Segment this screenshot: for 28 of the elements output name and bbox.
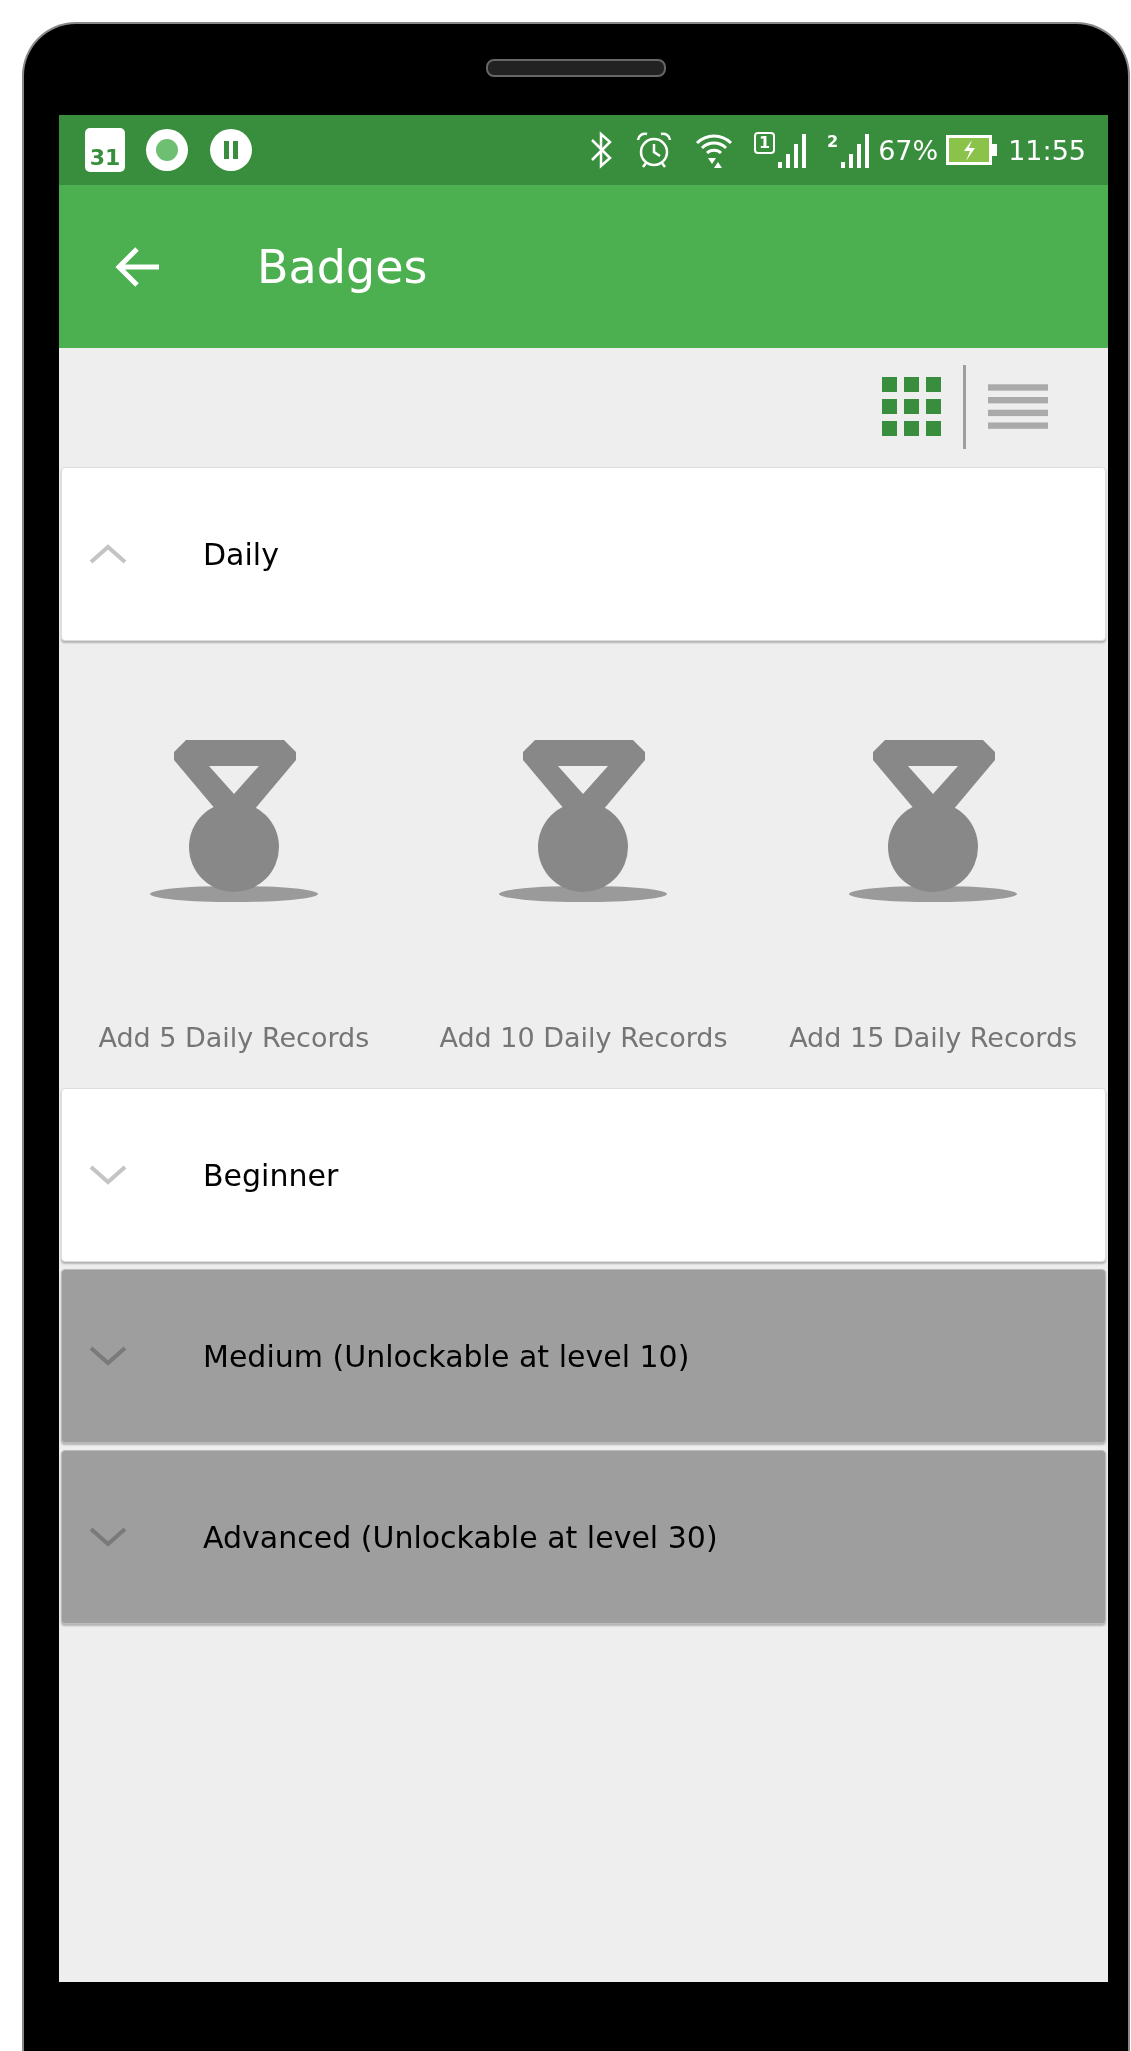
chevron-up-icon bbox=[88, 542, 128, 566]
section-title: Medium (Unlockable at level 10) bbox=[203, 1338, 690, 1374]
section-title: Advanced (Unlockable at level 30) bbox=[203, 1519, 718, 1555]
signal-icon bbox=[840, 132, 871, 168]
page-title: Badges bbox=[257, 239, 428, 294]
section-title: Daily bbox=[203, 536, 279, 572]
calendar-icon: 31 bbox=[85, 128, 125, 172]
section-header[interactable]: Daily bbox=[61, 467, 1106, 641]
pause-icon bbox=[209, 128, 253, 172]
sim-label: 2 bbox=[827, 132, 839, 151]
badge-label: Add 15 Daily Records bbox=[789, 1022, 1078, 1053]
clock-time: 11:55 bbox=[1008, 134, 1086, 166]
grid-view-icon bbox=[881, 377, 941, 436]
chevron-down-icon bbox=[88, 1163, 128, 1187]
signal-icon bbox=[777, 132, 808, 168]
record-icon bbox=[145, 128, 189, 172]
badge-label: Add 5 Daily Records bbox=[98, 1022, 370, 1053]
battery-icon bbox=[946, 135, 999, 165]
section-title: Beginner bbox=[203, 1157, 339, 1193]
chevron-down-icon bbox=[88, 1344, 128, 1368]
battery-percent: 67% bbox=[878, 134, 939, 166]
badge-label: Add 10 Daily Records bbox=[439, 1022, 728, 1053]
section-header[interactable]: Medium (Unlockable at level 10) bbox=[61, 1269, 1106, 1443]
view-toggle[interactable] bbox=[881, 376, 941, 437]
section-header[interactable]: Advanced (Unlockable at level 30) bbox=[61, 1450, 1106, 1624]
section-header[interactable]: Beginner bbox=[61, 1088, 1106, 1262]
sim-label: 1 bbox=[753, 132, 776, 154]
chevron-down-icon bbox=[88, 1525, 128, 1549]
